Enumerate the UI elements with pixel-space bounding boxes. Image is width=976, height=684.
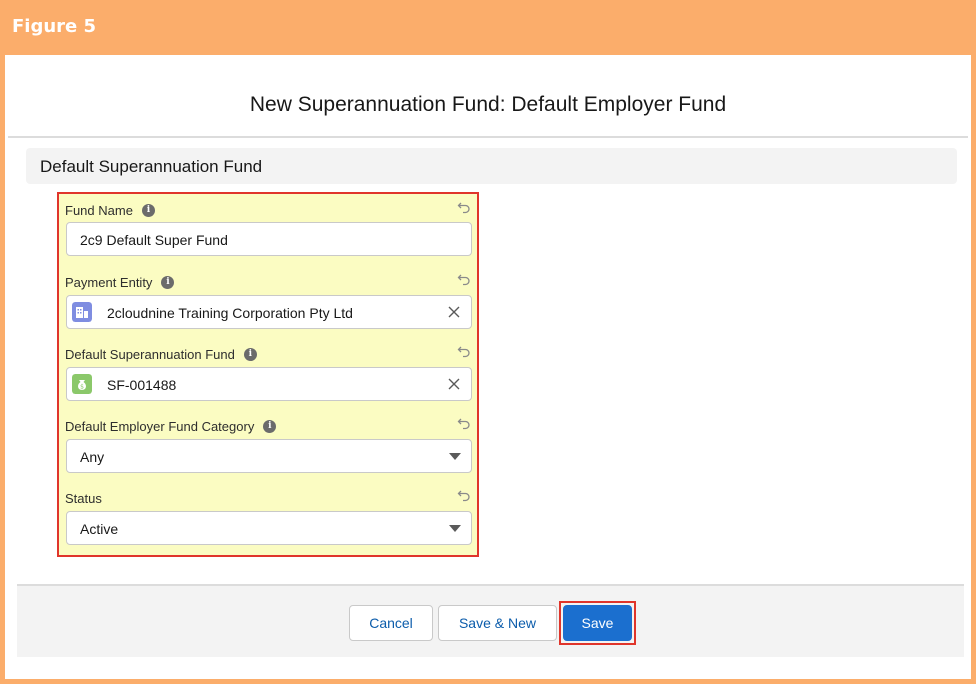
fund-category-value: Any — [80, 449, 105, 465]
payment-entity-value: 2cloudnine Training Corporation Pty Ltd — [107, 305, 353, 321]
default-super-fund-lookup[interactable]: $ SF-001488 — [66, 367, 472, 401]
save-and-new-button[interactable]: Save & New — [438, 605, 557, 641]
fund-name-value: 2c9 Default Super Fund — [80, 232, 228, 248]
payment-entity-lookup[interactable]: 2cloudnine Training Corporation Pty Ltd — [66, 295, 472, 329]
modal-title-text: New Superannuation Fund: Default Employe… — [249, 93, 727, 116]
field-label-text: Default Employer Fund Category — [65, 419, 255, 434]
info-icon[interactable]: i — [243, 348, 257, 361]
info-icon[interactable]: i — [161, 276, 175, 289]
field-label-text: Payment Entity — [65, 275, 153, 290]
save-button[interactable]: Save — [563, 605, 632, 641]
status-value: Active — [80, 521, 119, 537]
money-bag-icon: $ — [72, 374, 92, 394]
payment-entity-label: Payment Entity i — [65, 275, 175, 290]
clear-icon[interactable] — [447, 377, 461, 391]
field-label-text: Default Superannuation Fund — [65, 347, 235, 362]
undo-icon[interactable] — [457, 272, 471, 286]
default-super-fund-label: Default Superannuation Fund i — [65, 347, 257, 362]
status-select[interactable]: Active — [66, 511, 472, 545]
undo-icon[interactable] — [457, 344, 471, 358]
section-header[interactable]: Default Superannuation Fund — [26, 148, 957, 184]
modal-footer: Cancel Save & New Save — [17, 584, 964, 657]
chevron-down-icon — [449, 453, 461, 460]
building-icon — [72, 302, 92, 322]
undo-icon[interactable] — [457, 416, 471, 430]
fund-category-select[interactable]: Any — [66, 439, 472, 473]
chevron-down-icon — [449, 525, 461, 532]
section-title: Default Superannuation Fund — [40, 157, 263, 176]
clear-icon[interactable] — [447, 305, 461, 319]
undo-icon[interactable] — [457, 200, 471, 214]
fund-name-label: Fund Name i — [65, 203, 155, 218]
fund-category-label: Default Employer Fund Category i — [65, 419, 277, 434]
cancel-button[interactable]: Cancel — [349, 605, 433, 641]
info-icon[interactable]: i — [263, 420, 277, 433]
highlighted-form-fields: Fund Name i 2c9 Default Super Fund Payme… — [57, 192, 479, 557]
svg-text:$: $ — [80, 384, 84, 391]
fund-name-input[interactable]: 2c9 Default Super Fund — [66, 222, 472, 256]
figure-header: Figure 5 — [0, 0, 976, 55]
status-label: Status — [65, 491, 102, 506]
field-label-text: Fund Name — [65, 203, 133, 218]
undo-icon[interactable] — [457, 488, 471, 502]
info-icon[interactable]: i — [141, 204, 155, 217]
figure-label: Figure 5 — [12, 16, 97, 37]
field-label-text: Status — [65, 491, 102, 506]
default-super-fund-value: SF-001488 — [107, 377, 177, 393]
modal-title: New Superannuation Fund: Default Employe… — [8, 80, 968, 138]
